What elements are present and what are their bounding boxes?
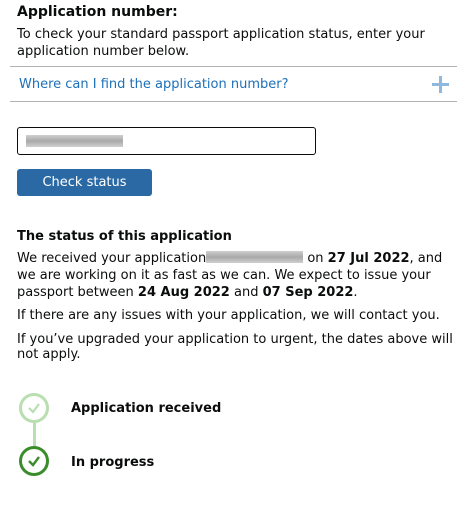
urgent-text: If you’ve upgraded your application to u… [17,332,453,362]
issues-text: If there are any issues with your applic… [17,308,440,323]
redacted-application-reference [206,251,304,263]
issue-end-date: 07 Sep 2022 [262,285,354,300]
status-description: We received your application on 27 Jul 2… [17,250,447,301]
check-icon [28,456,40,467]
step-in-progress-label: In progress [71,455,155,470]
check-status-button[interactable]: Check status [17,169,152,196]
status-received-on: on [303,251,328,266]
application-number-heading: Application number: [17,4,178,20]
passport-status-page: Application number: To check your standa… [0,0,474,517]
received-date: 27 Jul 2022 [327,251,410,266]
redacted-application-number [26,135,123,147]
status-received-prefix: We received your application [17,251,207,266]
application-number-input[interactable] [17,127,316,155]
step-received-label: Application received [71,401,222,416]
status-heading: The status of this application [17,229,232,244]
step-in-progress-marker [19,446,49,476]
application-number-intro: To check your standard passport applicat… [17,27,425,59]
application-number-help-accordion[interactable]: Where can I find the application number? [10,66,457,102]
plus-icon[interactable] [432,76,449,93]
application-number-help-link[interactable]: Where can I find the application number? [19,77,289,92]
check-icon [28,403,40,414]
progress-connector [33,422,36,448]
step-received-marker [19,393,49,423]
issue-start-date: 24 Aug 2022 [137,285,230,300]
status-period: . [353,285,358,300]
status-and: and [229,285,263,300]
